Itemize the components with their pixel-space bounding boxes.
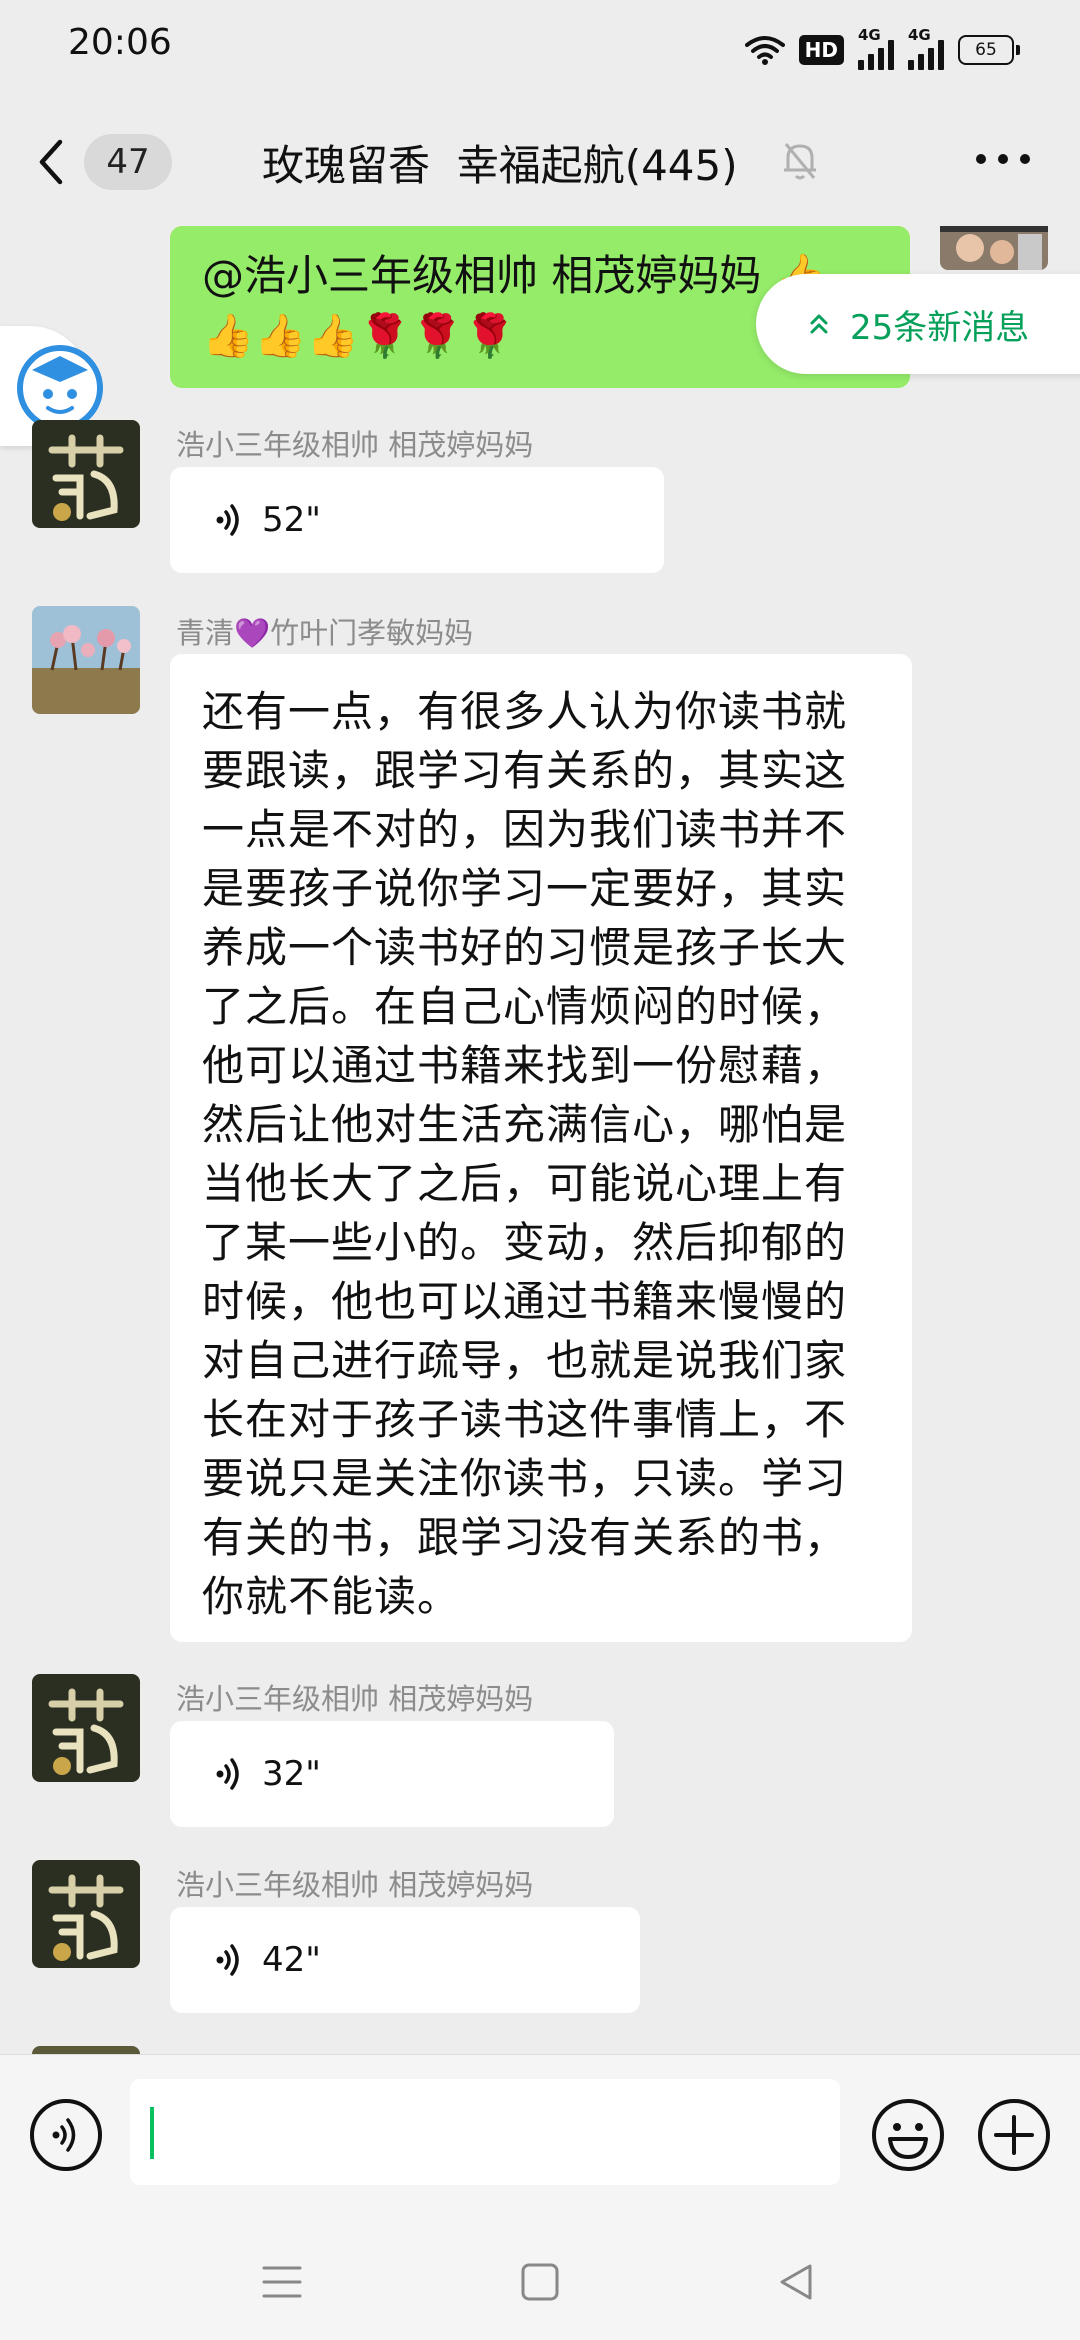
sender-name: 浩小三年级相帅 相茂婷妈妈 [176, 428, 534, 462]
sender-name: 浩小三年级相帅 相茂婷妈妈 [176, 1868, 534, 1902]
more-button[interactable] [976, 154, 1030, 164]
menu-nav-icon[interactable] [262, 2262, 302, 2302]
new-messages-button[interactable]: 25条新消息 [756, 274, 1080, 374]
double-chevron-up-icon [810, 314, 828, 334]
emoji-button[interactable] [870, 2097, 946, 2173]
status-icons: HD 4G 4G 65 [744, 26, 1020, 72]
avatar-self[interactable] [940, 226, 1048, 270]
sender-name: 浩小三年级相帅 相茂婷妈妈 [176, 1682, 534, 1716]
chat-header: 47 玫瑰留香 幸福起航(445) [0, 96, 1080, 226]
chevron-left-icon [39, 139, 63, 185]
message-input[interactable] [130, 2079, 840, 2185]
system-nav-bar [0, 2232, 1080, 2340]
text-message[interactable]: 还有一点，有很多人认为你读书就 要跟读，跟学习有关系的，其实这 一点是不对的，因… [170, 654, 912, 1642]
battery-icon: 65 [958, 35, 1020, 65]
status-bar: 20:06 HD 4G 4G 65 [0, 0, 1080, 96]
avatar-sender[interactable] [32, 606, 140, 714]
signal-icon-1: 4G [858, 26, 894, 70]
sender-name: 青清💜竹叶门孝敏妈妈 [176, 616, 474, 650]
voice-icon [216, 504, 239, 536]
voice-icon [216, 1758, 239, 1790]
back-nav-icon[interactable] [776, 2262, 816, 2302]
plus-button[interactable] [976, 2097, 1052, 2173]
hd-badge: HD [798, 35, 844, 65]
avatar-sender-partial [32, 2046, 140, 2054]
more-icon [976, 154, 986, 164]
new-messages-label: 25条新消息 [850, 307, 1030, 348]
voice-icon [216, 1944, 239, 1976]
voice-input-button[interactable] [28, 2097, 104, 2173]
input-bar [0, 2054, 1080, 2233]
back-button[interactable]: 47 [36, 132, 196, 192]
unread-count-badge: 47 [84, 134, 172, 190]
chat-title: 玫瑰留香 幸福起航(445) [262, 141, 738, 190]
signal-icon-2: 4G [908, 26, 944, 70]
voice-duration: 42" [262, 1940, 321, 1980]
voice-duration: 52" [262, 500, 321, 540]
voice-message[interactable]: 32" [170, 1721, 614, 1827]
avatar-sender[interactable] [32, 1860, 140, 1968]
avatar-sender[interactable] [32, 1674, 140, 1782]
bell-off-icon [784, 143, 816, 180]
message-text: 还有一点，有很多人认为你读书就 要跟读，跟学习有关系的，其实这 一点是不对的，因… [202, 687, 848, 1621]
voice-message[interactable]: 42" [170, 1907, 640, 2013]
voice-message[interactable]: 52" [170, 467, 664, 573]
status-time: 20:06 [68, 22, 172, 63]
voice-duration: 32" [262, 1754, 321, 1794]
wifi-icon [744, 36, 785, 65]
text-caret [150, 2107, 154, 2159]
avatar-sender[interactable] [32, 420, 140, 528]
home-nav-icon[interactable] [520, 2262, 560, 2302]
